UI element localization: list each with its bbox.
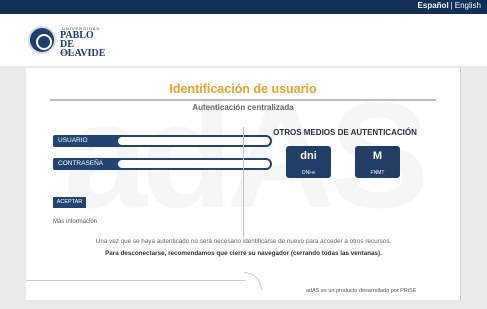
accept-button[interactable]: ACEPTAR (53, 197, 86, 208)
title-divider (50, 99, 436, 101)
page-subtitle: Autenticación centralizada (192, 103, 294, 112)
language-switcher: Español | English (418, 1, 481, 10)
lang-separator: | (450, 1, 453, 10)
fnmt-icon: M (372, 150, 383, 162)
page-title: Identificación de usuario (169, 82, 317, 96)
more-info-link[interactable]: Más información (53, 219, 97, 225)
dni-icon: dni (300, 150, 317, 162)
sso-notice: Una vez que se haya autenticado no será … (95, 238, 392, 245)
seal-icon (28, 26, 56, 54)
fnmt-caption: FNMT (370, 170, 385, 176)
dni-e-button[interactable]: dni DNI-e (286, 146, 331, 178)
fnmt-button[interactable]: M FNMT (355, 146, 400, 178)
logout-notice: Para desconectarse, recomendamos que cie… (105, 250, 382, 257)
footer-credit: adAS es un producto desarrollado por PRi… (306, 288, 417, 294)
top-bar: Español | English (0, 0, 487, 14)
username-input[interactable] (116, 135, 272, 147)
password-label: CONTRASEÑA (53, 158, 123, 170)
university-logo[interactable]: UNIVERSIDAD PABLO DE OLAVIDE SEVILLA (28, 26, 108, 59)
vertical-divider (243, 127, 244, 237)
lang-es-link[interactable]: Español (418, 1, 449, 10)
password-input[interactable] (116, 158, 272, 170)
lang-en-link[interactable]: English (455, 1, 481, 10)
dni-caption: DNI-e (301, 170, 316, 176)
other-methods-title: OTROS MEDIOS DE AUTENTICACIÓN (273, 128, 417, 137)
username-label: USUARIO (53, 135, 123, 147)
footer-divider (26, 280, 246, 281)
logo-bottom-text: SEVILLA (62, 50, 93, 55)
